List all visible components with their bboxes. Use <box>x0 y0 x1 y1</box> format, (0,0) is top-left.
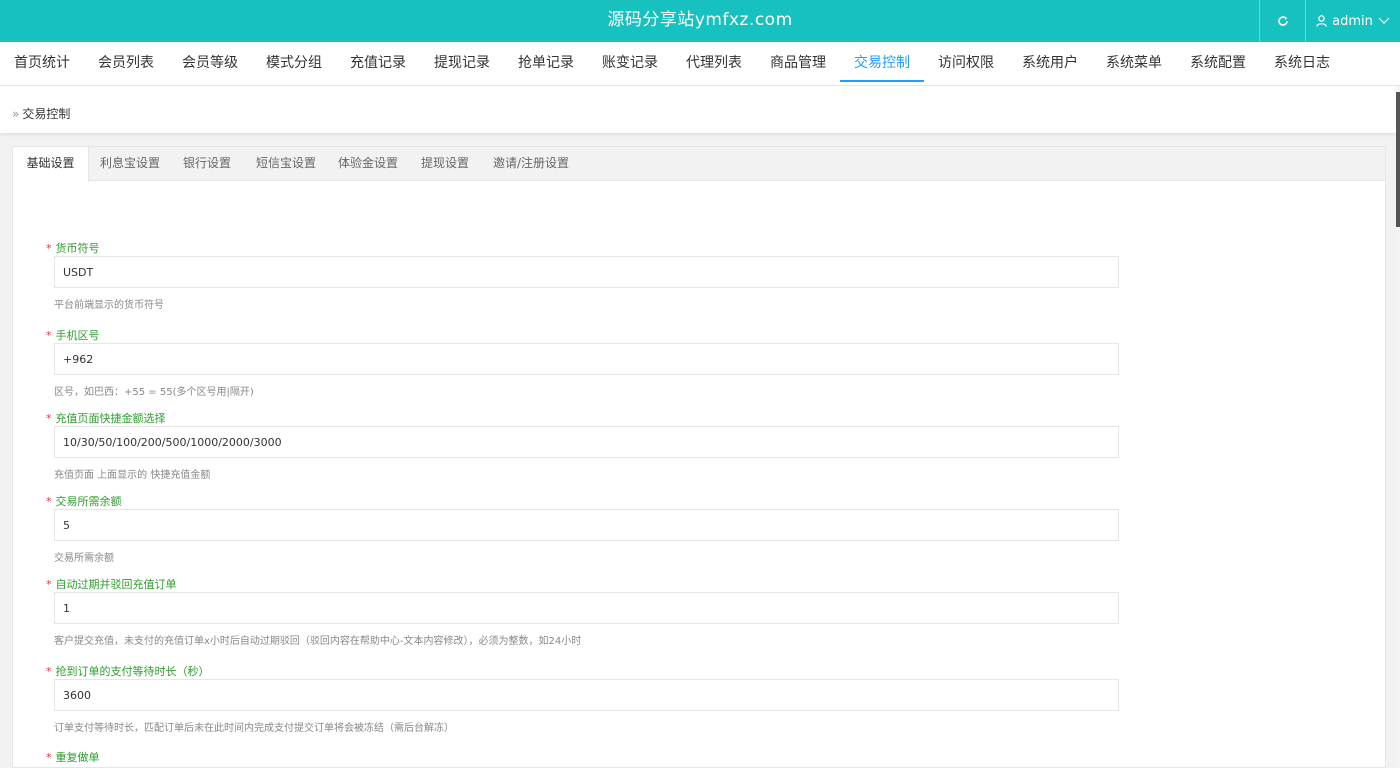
field-label-text: 自动过期并驳回充值订单 <box>55 578 177 591</box>
nav-item-products[interactable]: 商品管理 <box>770 42 826 86</box>
tab-trial-fund-settings[interactable]: 体验金设置 <box>333 147 403 181</box>
field-help: 平台前端显示的货币符号 <box>54 300 164 311</box>
brand-title: 源码分享站ymfxz.com <box>607 10 793 30</box>
refresh-button[interactable] <box>1259 0 1305 42</box>
breadcrumb-separator-icon: » <box>12 107 20 121</box>
nav-item-trade-control[interactable]: 交易控制 <box>840 42 924 86</box>
main-nav: 首页统计 会员列表 会员等级 模式分组 充值记录 提现记录 抢单记录 账变记录 … <box>0 42 1400 86</box>
field-label: * 交易所需余额 <box>46 493 122 509</box>
tab-bank-settings[interactable]: 银行设置 <box>179 147 235 181</box>
settings-tabs: 基础设置 利息宝设置 银行设置 短信宝设置 体验金设置 提现设置 邀请/注册设置 <box>13 147 1385 182</box>
field-help: 交易所需余额 <box>54 553 114 564</box>
nav-item-members[interactable]: 会员列表 <box>98 42 154 86</box>
field-help: 充值页面 上面显示的 快捷充值金额 <box>54 470 211 481</box>
field-label-text: 抢到订单的支付等待时长（秒） <box>55 665 210 678</box>
nav-item-account-changes[interactable]: 账变记录 <box>602 42 658 86</box>
username: admin <box>1332 13 1373 29</box>
field-label: * 充值页面快捷金额选择 <box>46 410 166 426</box>
field-help: 客户提交充值，未支付的充值订单x小时后自动过期驳回（驳回内容在帮助中心-文本内容… <box>54 636 582 647</box>
required-mark: * <box>46 665 52 678</box>
required-mark: * <box>46 242 52 255</box>
field-label-text: 手机区号 <box>55 329 100 342</box>
required-mark: * <box>46 751 52 764</box>
breadcrumb-bar: » 交易控制 <box>0 86 1396 133</box>
field-label: * 重复做单 <box>46 749 100 765</box>
field-label-text: 重复做单 <box>55 751 100 764</box>
field-help: 订单支付等待时长，匹配订单后未在此时间内完成支付提交订单将会被冻结（需后台解冻） <box>54 723 454 734</box>
breadcrumb-current: 交易控制 <box>22 107 71 121</box>
nav-item-agents[interactable]: 代理列表 <box>686 42 742 86</box>
tab-withdraw-settings[interactable]: 提现设置 <box>417 147 473 181</box>
required-mark: * <box>46 412 52 425</box>
tab-interest-settings[interactable]: 利息宝设置 <box>95 147 165 181</box>
nav-item-system-logs[interactable]: 系统日志 <box>1274 42 1330 86</box>
currency-symbol-input[interactable] <box>54 256 1119 288</box>
nav-item-dashboard[interactable]: 首页统计 <box>14 42 70 86</box>
payment-wait-time-input[interactable] <box>54 679 1119 711</box>
quick-amounts-input[interactable] <box>54 426 1119 458</box>
required-balance-input[interactable] <box>54 509 1119 541</box>
tab-sms-settings[interactable]: 短信宝设置 <box>251 147 321 181</box>
user-icon <box>1316 15 1327 27</box>
refresh-icon <box>1277 15 1289 27</box>
nav-item-access-rights[interactable]: 访问权限 <box>938 42 994 86</box>
field-label: * 抢到订单的支付等待时长（秒） <box>46 663 210 679</box>
field-label: * 自动过期并驳回充值订单 <box>46 576 177 592</box>
scrollbar-thumb[interactable] <box>1396 92 1400 227</box>
nav-item-mode-groups[interactable]: 模式分组 <box>266 42 322 86</box>
chevron-down-icon <box>1378 17 1390 25</box>
field-label: * 手机区号 <box>46 327 100 343</box>
user-menu-button[interactable]: admin <box>1305 0 1400 42</box>
field-label-text: 充值页面快捷金额选择 <box>55 412 166 425</box>
required-mark: * <box>46 578 52 591</box>
nav-item-system-menu[interactable]: 系统菜单 <box>1106 42 1162 86</box>
tab-basic-settings[interactable]: 基础设置 <box>13 147 89 182</box>
required-mark: * <box>46 495 52 508</box>
tab-invite-register-settings[interactable]: 邀请/注册设置 <box>489 147 573 181</box>
field-label-text: 货币符号 <box>55 242 100 255</box>
settings-card: 基础设置 利息宝设置 银行设置 短信宝设置 体验金设置 提现设置 邀请/注册设置… <box>12 146 1386 768</box>
nav-item-member-levels[interactable]: 会员等级 <box>182 42 238 86</box>
nav-item-grab-order-records[interactable]: 抢单记录 <box>518 42 574 86</box>
field-label-text: 交易所需余额 <box>55 495 122 508</box>
auto-expire-hours-input[interactable] <box>54 592 1119 624</box>
field-label: * 货币符号 <box>46 240 100 256</box>
nav-item-system-config[interactable]: 系统配置 <box>1190 42 1246 86</box>
nav-item-system-users[interactable]: 系统用户 <box>1022 42 1078 86</box>
field-help: 区号，如巴西：+55 = 55(多个区号用|隔开) <box>54 387 254 398</box>
nav-item-withdraw-records[interactable]: 提现记录 <box>434 42 490 86</box>
required-mark: * <box>46 329 52 342</box>
top-bar: 源码分享站ymfxz.com admin <box>0 0 1400 42</box>
nav-item-recharge-records[interactable]: 充值记录 <box>350 42 406 86</box>
phone-area-code-input[interactable] <box>54 343 1119 375</box>
breadcrumb: » 交易控制 <box>12 105 70 122</box>
